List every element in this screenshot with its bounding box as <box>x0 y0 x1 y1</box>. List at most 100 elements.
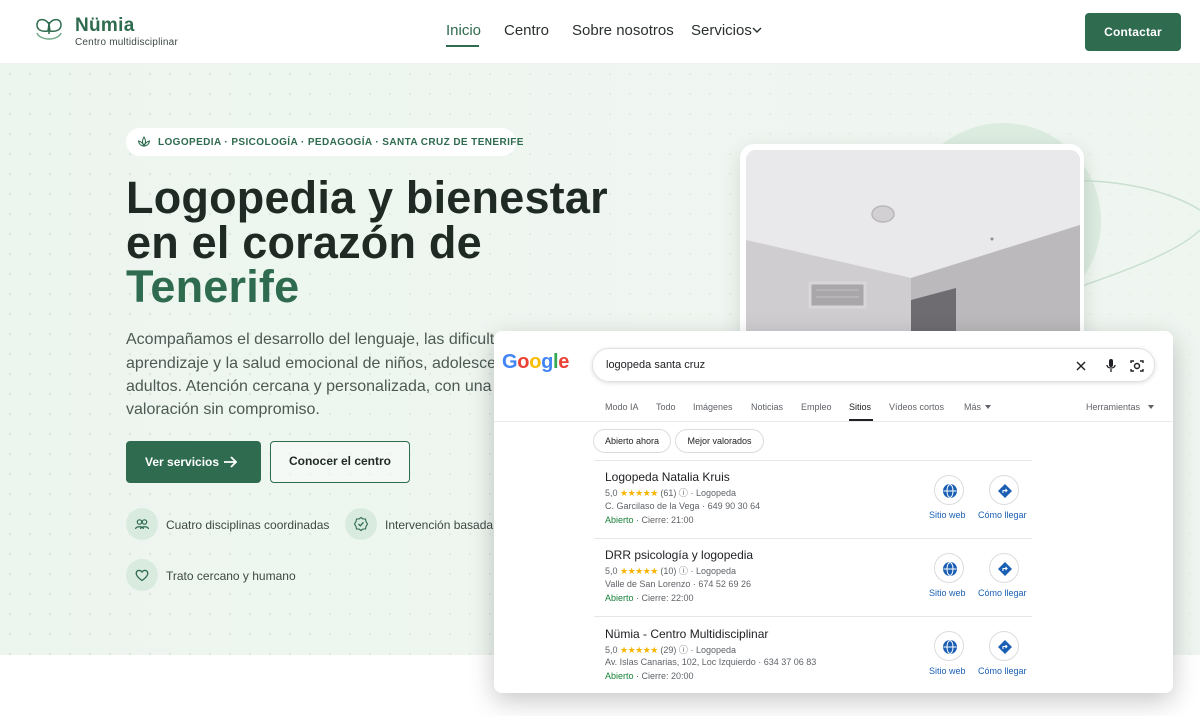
chevron-down-icon[interactable] <box>752 26 762 34</box>
result-category: Logopeda <box>695 645 736 655</box>
feature-icon-circle <box>126 559 158 591</box>
website-action-button[interactable] <box>934 553 964 583</box>
brand-tagline: Centro multidisciplinar <box>75 37 178 48</box>
tab-modo-ia[interactable]: Modo IA <box>605 402 639 412</box>
discover-center-button[interactable]: Conocer el centro <box>270 441 410 483</box>
center-photo <box>746 150 1080 344</box>
feature-label: Intervención basada e <box>385 518 504 532</box>
result-title[interactable]: DRR psicología y logopedia <box>605 548 753 562</box>
tab-sitios[interactable]: Sitios <box>849 402 871 412</box>
directions-action-label[interactable]: Cómo llegar <box>978 666 1027 676</box>
caret-down-icon[interactable] <box>1148 405 1154 409</box>
tab-todo[interactable]: Todo <box>656 402 676 412</box>
result-rating-line: 5,0 ★★★★★ (29) ⓘ · Logopeda <box>605 645 736 655</box>
google-logo[interactable]: Google <box>502 351 569 374</box>
result-hours-line: Abierto · Cierre: 22:00 <box>605 593 694 603</box>
result-address-line: C. Garcilaso de la Vega · 649 90 30 64 <box>605 501 761 511</box>
result-title[interactable]: Logopeda Natalia Kruis <box>605 470 730 484</box>
result-review-count: (29) <box>660 645 677 655</box>
contact-button[interactable]: Contactar <box>1085 13 1181 51</box>
star-rating-icon: ★★★★★ <box>620 566 658 576</box>
tools-menu[interactable]: Herramientas <box>1086 402 1140 412</box>
feature-label: Trato cercano y humano <box>166 569 296 583</box>
check-badge-icon <box>353 516 369 532</box>
result-rating: 5,0 <box>605 645 618 655</box>
result-phone: 649 90 30 64 <box>707 501 761 511</box>
result-address: Valle de San Lorenzo <box>605 579 691 589</box>
tab-noticias[interactable]: Noticias <box>751 402 783 412</box>
brand-name[interactable]: Nümia <box>75 15 135 37</box>
feature-icon-circle <box>126 508 158 540</box>
hero-title-line1: Logopedia y bienestar <box>126 172 608 223</box>
result-divider <box>594 616 1032 617</box>
people-icon <box>134 519 150 530</box>
info-icon[interactable]: ⓘ <box>679 645 691 655</box>
clear-icon[interactable] <box>1075 360 1087 372</box>
hero-lead-line2: aprendizaje y la salud emocional de niño… <box>126 355 527 372</box>
chip-open-now[interactable]: Abierto ahora <box>593 429 671 453</box>
result-phone: 634 37 06 83 <box>763 657 817 667</box>
nav-servicios[interactable]: Servicios <box>691 22 752 39</box>
butterfly-logo-icon[interactable] <box>34 16 64 44</box>
result-address: C. Garcilaso de la Vega <box>605 501 700 511</box>
result-closing-time: Cierre: 20:00 <box>641 671 694 681</box>
directions-icon <box>998 484 1012 498</box>
chip-top-rated[interactable]: Mejor valorados <box>675 429 764 453</box>
lens-camera-icon[interactable] <box>1129 358 1145 374</box>
tabs-divider <box>494 421 1173 422</box>
directions-action-button[interactable] <box>989 475 1019 505</box>
feature-label: Cuatro disciplinas coordinadas <box>166 518 330 532</box>
website-action-label[interactable]: Sitio web <box>929 510 966 520</box>
view-services-button[interactable]: Ver servicios <box>126 441 261 483</box>
result-category: Logopeda <box>695 566 736 576</box>
nav-active-indicator <box>446 45 479 47</box>
directions-action-label[interactable]: Cómo llegar <box>978 510 1027 520</box>
website-action-button[interactable] <box>934 475 964 505</box>
globe-icon <box>943 484 957 498</box>
result-rating-line: 5,0 ★★★★★ (10) ⓘ · Logopeda <box>605 566 736 576</box>
info-icon[interactable]: ⓘ <box>679 566 691 576</box>
hero-lead-line3: adultos. Atención cercana y personalizad… <box>126 378 528 395</box>
result-open-status: Abierto <box>605 515 634 525</box>
result-review-count: (10) <box>660 566 677 576</box>
result-review-count: (61) <box>660 488 677 498</box>
info-icon[interactable]: ⓘ <box>679 488 691 498</box>
result-rating-line: 5,0 ★★★★★ (61) ⓘ · Logopeda <box>605 488 736 498</box>
globe-icon <box>943 562 957 576</box>
caret-down-icon[interactable] <box>985 405 991 409</box>
google-results-card: Google logopeda santa cruz Modo IA Todo … <box>494 331 1173 693</box>
tab-mas[interactable]: Más <box>964 402 981 412</box>
directions-action-button[interactable] <box>989 631 1019 661</box>
result-title[interactable]: Nümia - Centro Multidisciplinar <box>605 627 768 641</box>
result-closing-time: Cierre: 22:00 <box>641 593 694 603</box>
directions-icon <box>998 640 1012 654</box>
nav-sobre-nosotros[interactable]: Sobre nosotros <box>572 22 674 39</box>
hero-title-line2: en el corazón de <box>126 217 482 268</box>
result-open-status: Abierto <box>605 593 634 603</box>
ceiling-photo-illustration <box>746 150 1080 344</box>
result-divider <box>594 538 1032 539</box>
lotus-icon <box>137 136 151 147</box>
directions-action-button[interactable] <box>989 553 1019 583</box>
tab-imagenes[interactable]: Imágenes <box>693 402 733 412</box>
nav-centro[interactable]: Centro <box>504 22 549 39</box>
heart-icon <box>135 569 149 582</box>
website-action-button[interactable] <box>934 631 964 661</box>
website-action-label[interactable]: Sitio web <box>929 666 966 676</box>
microphone-icon[interactable] <box>1105 358 1117 374</box>
view-services-label: Ver servicios <box>145 455 220 469</box>
google-search-box[interactable]: logopeda santa cruz <box>592 348 1155 382</box>
tab-empleo[interactable]: Empleo <box>801 402 832 412</box>
globe-icon <box>943 640 957 654</box>
tab-videos-cortos[interactable]: Vídeos cortos <box>889 402 944 412</box>
search-query[interactable]: logopeda santa cruz <box>606 359 705 371</box>
result-category: Logopeda <box>695 488 736 498</box>
result-rating: 5,0 <box>605 566 618 576</box>
directions-action-label[interactable]: Cómo llegar <box>978 588 1027 598</box>
arrow-right-icon <box>224 456 238 468</box>
website-action-label[interactable]: Sitio web <box>929 588 966 598</box>
nav-inicio[interactable]: Inicio <box>446 22 481 39</box>
star-rating-icon: ★★★★★ <box>620 645 658 655</box>
result-phone: 674 52 69 26 <box>698 579 751 589</box>
star-rating-icon: ★★★★★ <box>620 488 658 498</box>
